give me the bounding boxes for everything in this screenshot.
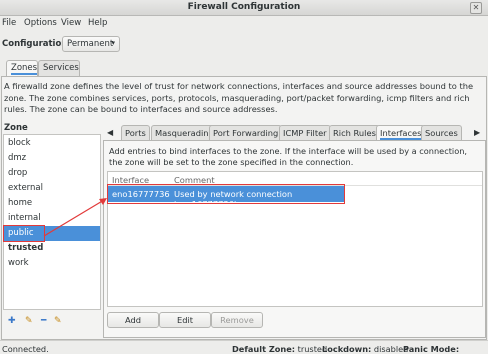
add-button[interactable]: Add (107, 312, 159, 328)
connection-status: Connected. (2, 344, 49, 354)
annotation-arrow (43, 198, 107, 237)
edit-button[interactable]: Edit (159, 312, 211, 328)
status-bar: Connected. Default Zone: trusted Lockdow… (0, 340, 488, 354)
default-zone-status: Default Zone: trusted (232, 344, 328, 354)
remove-button[interactable]: Remove (211, 312, 263, 328)
panic-mode-status: Panic Mode: disabled (403, 344, 460, 354)
lockdown-status: Lockdown: disabled (322, 344, 409, 354)
